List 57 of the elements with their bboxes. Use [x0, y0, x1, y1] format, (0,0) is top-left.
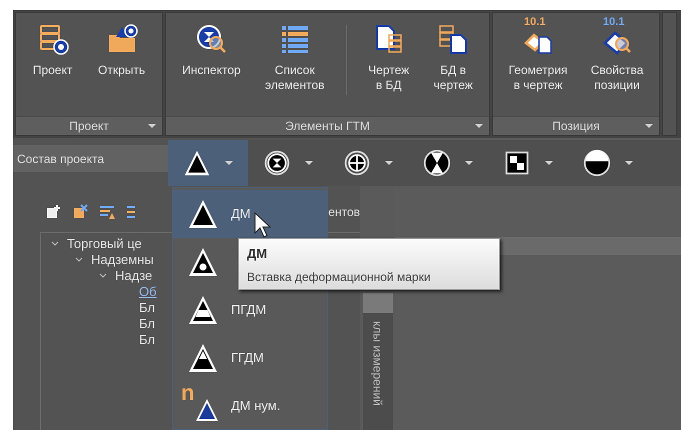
ribbon-button[interactable]: Список элементов — [262, 23, 328, 93]
triangle-icon — [187, 342, 217, 374]
dropdown-icon[interactable] — [148, 124, 156, 128]
disc-icon — [423, 149, 451, 177]
ribbon-button[interactable]: Инспектор — [179, 23, 244, 78]
triangle-icon — [187, 246, 217, 278]
prefix-label: n — [181, 382, 194, 404]
chevron-icon[interactable] — [51, 241, 59, 247]
half-circle-icon — [583, 149, 611, 177]
group-label: Проект — [69, 118, 109, 135]
tree-item[interactable]: Надземны — [91, 252, 154, 268]
tooltip-text: Вставка деформационной марки — [247, 268, 432, 286]
ring-icon — [263, 149, 291, 177]
crosshair-icon — [343, 149, 371, 177]
triangle-icon — [187, 198, 217, 230]
checker-icon — [503, 149, 531, 177]
inspector-icon — [195, 23, 228, 55]
cursor-icon — [254, 212, 272, 238]
dropdown-icon[interactable] — [645, 124, 653, 128]
ribbon-button[interactable]: БД в чертеж — [430, 23, 476, 93]
version-label: 10.1 — [524, 17, 546, 28]
chevron-icon[interactable] — [75, 257, 83, 263]
panel-caption: ентов — [328, 204, 360, 221]
sort-icon[interactable] — [99, 204, 115, 220]
tree-item[interactable]: Бл — [139, 300, 155, 316]
tree-item[interactable]: Бл — [139, 316, 155, 332]
panel-title: Состав проекта — [17, 150, 104, 168]
edit-icon[interactable] — [72, 204, 88, 220]
caret-icon — [465, 161, 473, 165]
tree-item[interactable]: Бл — [139, 332, 155, 348]
add-icon[interactable] — [45, 204, 61, 220]
chevron-icon[interactable] — [99, 273, 107, 279]
caret-icon — [385, 161, 393, 165]
ribbon-button[interactable]: Открыть — [95, 23, 148, 78]
ribbon-button[interactable]: Проект — [30, 23, 76, 78]
database-document-icon — [437, 23, 470, 55]
tree-item[interactable]: Надзе — [115, 268, 152, 284]
mark-button[interactable] — [168, 140, 248, 186]
ribbon-button[interactable]: Чертеж в БД — [365, 23, 412, 93]
menu-item[interactable]: ГГДМ — [173, 334, 270, 382]
tooltip-title: ДМ — [247, 245, 268, 263]
version-label: 10.1 — [603, 17, 624, 28]
menu-item[interactable]: ДМ — [173, 190, 327, 238]
caret-icon — [305, 161, 313, 165]
group-label: Позиция — [552, 118, 600, 135]
caret-icon — [625, 161, 633, 165]
group-label: Элементы ГТМ — [285, 118, 370, 135]
tab-handle[interactable] — [362, 293, 392, 313]
caret-icon — [545, 161, 553, 165]
caret-icon — [225, 161, 233, 165]
menu-item[interactable]: ПГДМ — [173, 286, 272, 334]
menu-item[interactable]: n ДМ нум. — [173, 382, 286, 430]
dropdown-icon[interactable] — [475, 124, 483, 128]
triangle-icon — [183, 149, 211, 177]
triangle-icon — [187, 294, 217, 326]
tree-item[interactable]: Торговый це — [67, 236, 142, 252]
tree-item[interactable]: Об — [139, 284, 157, 300]
